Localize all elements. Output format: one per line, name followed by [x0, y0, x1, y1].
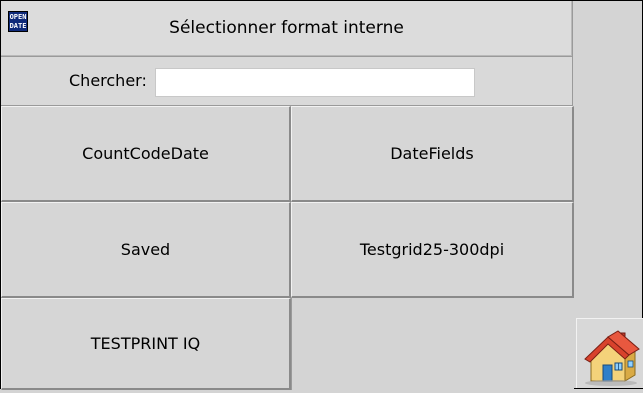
dialog-window: OPEN DATE Sélectionner format interne Ch… — [0, 0, 643, 390]
format-button-label: Saved — [120, 240, 171, 259]
title-bar: OPEN DATE Sélectionner format interne — [1, 1, 573, 57]
format-button-datefields[interactable]: DateFields — [291, 106, 574, 202]
format-button-testprint-iq[interactable]: TESTPRINT IQ — [1, 298, 291, 390]
format-button-saved[interactable]: Saved — [1, 202, 291, 298]
format-button-label: Testgrid25-300dpi — [359, 240, 505, 259]
home-icon — [584, 330, 640, 386]
search-row: Chercher: — [1, 57, 573, 106]
format-button-countcodedate[interactable]: CountCodeDate — [1, 106, 291, 202]
search-label: Chercher: — [69, 71, 147, 90]
search-input[interactable] — [155, 68, 475, 97]
format-button-testgrid25[interactable]: Testgrid25-300dpi — [291, 202, 574, 298]
empty-grid-cell — [291, 298, 574, 390]
format-button-label: TESTPRINT IQ — [90, 334, 201, 353]
format-button-label: CountCodeDate — [82, 144, 209, 163]
page-title: Sélectionner format interne — [169, 18, 404, 38]
format-button-label: DateFields — [390, 144, 474, 163]
home-button[interactable] — [576, 318, 643, 388]
